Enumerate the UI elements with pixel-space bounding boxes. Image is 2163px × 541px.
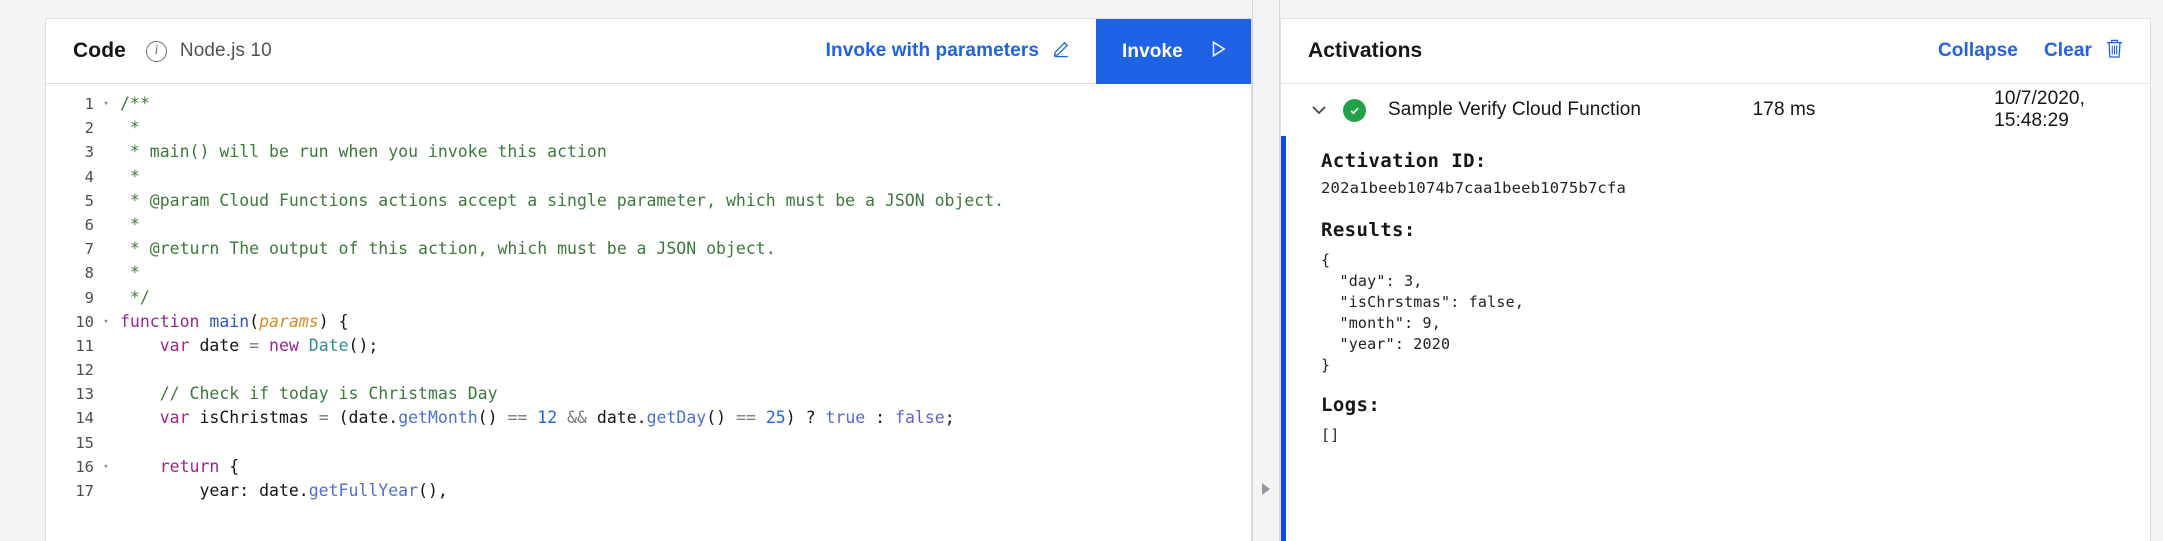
code-line-text: /** bbox=[120, 94, 150, 113]
code-line-text: year: date.getFullYear(), bbox=[120, 481, 448, 500]
code-line[interactable]: 10 ▾ function main(params) { bbox=[46, 310, 1251, 334]
play-triangle-right-icon[interactable] bbox=[1258, 480, 1274, 503]
activations-panel: Activations Collapse Clear Sample Verify… bbox=[1280, 0, 2163, 541]
code-line[interactable]: 5 * @param Cloud Functions actions accep… bbox=[46, 189, 1251, 213]
line-number: 17 bbox=[75, 482, 94, 500]
invoke-button-label: Invoke bbox=[1122, 40, 1183, 62]
logs-value: [] bbox=[1321, 426, 1340, 444]
code-line[interactable]: 9 */ bbox=[46, 286, 1251, 310]
code-panel-title: Code bbox=[73, 39, 126, 62]
line-number: 14 bbox=[75, 409, 94, 428]
activation-row[interactable]: Sample Verify Cloud Function 178 ms 10/7… bbox=[1281, 84, 2150, 136]
logs-label: Logs: bbox=[1321, 394, 1381, 416]
code-line-text: var date = new Date(); bbox=[159, 335, 379, 355]
code-line[interactable]: 2 * bbox=[46, 116, 1251, 140]
invoke-with-parameters-label: Invoke with parameters bbox=[825, 40, 1039, 61]
code-line[interactable]: 8 * bbox=[46, 261, 1251, 285]
chevron-down-icon[interactable] bbox=[1309, 103, 1335, 117]
code-line[interactable]: 15 bbox=[46, 431, 1251, 455]
pencil-edit-icon bbox=[1052, 38, 1072, 64]
activation-detail: Activation ID: 202a1beeb1074b7caa1beeb10… bbox=[1281, 136, 2150, 541]
code-toolbar: Code i Node.js 10 Invoke with parameters… bbox=[46, 19, 1251, 85]
line-number: 4 bbox=[84, 167, 94, 186]
invoke-with-parameters-button[interactable]: Invoke with parameters bbox=[802, 19, 1096, 83]
line-number: 15 bbox=[75, 433, 94, 452]
code-line[interactable]: 17 year: date.getFullYear(), bbox=[46, 479, 1251, 503]
code-line[interactable]: 11 var date = new Date(); bbox=[46, 334, 1251, 358]
line-number: 8 bbox=[84, 264, 94, 283]
panel-splitter[interactable] bbox=[1252, 0, 1280, 541]
collapse-button[interactable]: Collapse bbox=[1938, 40, 2018, 62]
code-line-text: * main() will be run when you invoke thi… bbox=[120, 142, 607, 162]
code-line-text: return { bbox=[159, 456, 240, 476]
line-number: 9 bbox=[84, 288, 94, 307]
line-number: 13 bbox=[75, 385, 94, 404]
activation-id-label: Activation ID: bbox=[1321, 150, 1487, 172]
editor-footer bbox=[46, 504, 1251, 541]
activations-card: Activations Collapse Clear Sample Verify… bbox=[1280, 18, 2151, 541]
trash-icon bbox=[2105, 38, 2124, 64]
code-line-text: * bbox=[120, 214, 140, 234]
code-card: Code i Node.js 10 Invoke with parameters… bbox=[45, 18, 1252, 541]
code-line[interactable]: 6 * bbox=[46, 213, 1251, 237]
code-line-text: var isChristmas = (date.getMonth() == 12… bbox=[159, 408, 955, 428]
code-line-text: function main(params) { bbox=[120, 311, 349, 331]
success-check-icon bbox=[1343, 98, 1366, 122]
code-editor[interactable]: 1 ▾/** 2 * 3 * main() will be run when you … bbox=[46, 84, 1251, 504]
invoke-button[interactable]: Invoke bbox=[1096, 19, 1251, 85]
line-number: 5 bbox=[84, 191, 94, 210]
line-number: 18 bbox=[46, 503, 98, 504]
fold-toggle-icon[interactable]: ▾ bbox=[98, 310, 114, 334]
line-number: 2 bbox=[84, 119, 94, 138]
code-line-text: // Check if today is Christmas Day bbox=[159, 384, 498, 404]
code-line[interactable]: 7 * @return The output of this action, w… bbox=[46, 237, 1251, 261]
line-number: 7 bbox=[84, 240, 94, 259]
line-number: 6 bbox=[84, 215, 94, 234]
code-line[interactable]: 18 month: date.getMonth(), bbox=[46, 503, 1251, 504]
code-panel: Code i Node.js 10 Invoke with parameters… bbox=[0, 0, 1252, 541]
code-line-text: */ bbox=[120, 287, 150, 307]
code-line-text: * @param Cloud Functions actions accept … bbox=[120, 190, 1005, 210]
code-line[interactable]: 13 // Check if today is Christmas Day bbox=[46, 382, 1251, 406]
activations-actions: Collapse Clear bbox=[1938, 38, 2124, 64]
code-line[interactable]: 14 var isChristmas = (date.getMonth() ==… bbox=[46, 406, 1251, 430]
clear-button-label: Clear bbox=[2043, 40, 2092, 61]
code-line[interactable]: 12 bbox=[46, 358, 1251, 382]
clear-button[interactable]: Clear bbox=[2044, 38, 2124, 64]
activation-id-value: 202a1beeb1074b7caa1beeb1075b7cfa bbox=[1321, 179, 1627, 197]
code-line[interactable]: 4 * bbox=[46, 165, 1251, 189]
activation-timestamp: 10/7/2020, 15:48:29 bbox=[1994, 88, 2085, 131]
results-json: { "day": 3, "isChrstmas": false, "month"… bbox=[1321, 251, 1525, 374]
code-line[interactable]: 1 ▾ /** bbox=[46, 92, 1251, 116]
activations-title: Activations bbox=[1308, 39, 1423, 62]
activation-duration: 178 ms bbox=[1752, 99, 1816, 120]
line-number: 10 bbox=[75, 312, 94, 331]
line-number: 3 bbox=[84, 143, 94, 162]
runtime-label: Node.js 10 bbox=[179, 40, 272, 61]
code-line-text: * @return The output of this action, whi… bbox=[120, 239, 776, 259]
code-line-text: * bbox=[120, 166, 140, 186]
code-line[interactable]: 16 ▾ return { bbox=[46, 455, 1251, 479]
code-line-text: * bbox=[120, 263, 140, 283]
line-number: 16 bbox=[75, 457, 94, 476]
line-number: 12 bbox=[75, 361, 94, 380]
activation-name: Sample Verify Cloud Function bbox=[1388, 99, 1642, 120]
line-number: 11 bbox=[75, 336, 94, 355]
info-circle-icon[interactable]: i bbox=[145, 40, 167, 62]
fold-toggle-icon[interactable]: ▾ bbox=[98, 455, 114, 479]
activations-toolbar: Activations Collapse Clear bbox=[1281, 19, 2150, 84]
fold-toggle-icon[interactable]: ▾ bbox=[98, 92, 114, 116]
cloud-functions-editor-page: Code i Node.js 10 Invoke with parameters… bbox=[0, 0, 2163, 541]
code-line[interactable]: 3 * main() will be run when you invoke t… bbox=[46, 140, 1251, 164]
code-line-text: * bbox=[120, 118, 140, 138]
line-number: 1 bbox=[84, 95, 94, 113]
play-triangle-icon bbox=[1207, 38, 1229, 66]
code-line-text: month: date.getMonth(), bbox=[114, 503, 428, 504]
results-label: Results: bbox=[1321, 219, 1416, 241]
